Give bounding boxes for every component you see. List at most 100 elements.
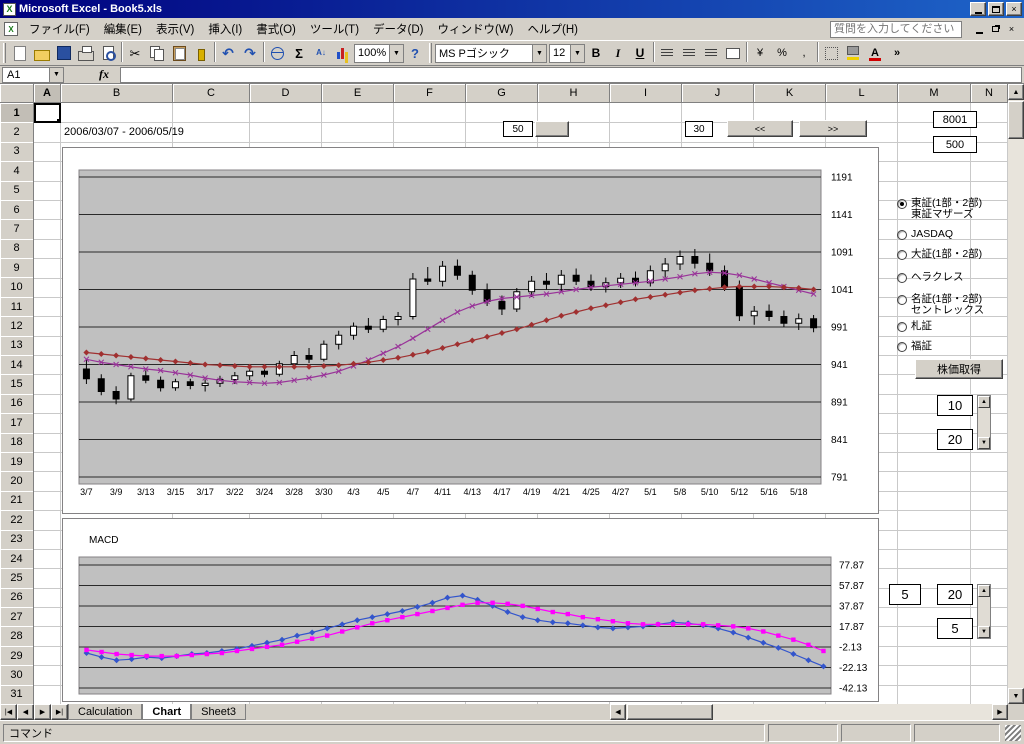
cut-button[interactable]: ✂ [124,42,146,64]
menu-ツール(T)[interactable]: ツール(T) [303,18,366,40]
tab-last-button[interactable]: ▶| [51,704,68,720]
spin-down-icon[interactable]: ▼ [978,437,990,449]
row-header-10[interactable]: 10 [0,277,34,297]
radio-circle-icon[interactable] [897,342,907,352]
row-header-30[interactable]: 30 [0,665,34,685]
column-header-H[interactable]: H [538,84,610,103]
row-header-20[interactable]: 20 [0,471,34,491]
market-radio-6[interactable]: 福証 [897,341,932,352]
row-header-5[interactable]: 5 [0,181,34,201]
menu-挿入(I)[interactable]: 挿入(I) [201,18,249,40]
align-left-button[interactable] [656,42,678,64]
row-header-11[interactable]: 11 [0,297,34,317]
scroll-left-button[interactable]: ◀ [610,704,626,720]
copy-button[interactable] [146,42,168,64]
name-box[interactable]: A1 ▼ [2,67,64,83]
print-preview-button[interactable] [97,42,119,64]
row-header-14[interactable]: 14 [0,355,34,375]
menu-ヘルプ(H)[interactable]: ヘルプ(H) [521,18,585,40]
column-header-D[interactable]: D [250,84,322,103]
sheet-tab-Calculation[interactable]: Calculation [68,704,142,720]
period-input[interactable]: 50 [503,121,533,137]
question-input[interactable] [830,21,962,38]
menu-編集(E)[interactable]: 編集(E) [97,18,149,40]
macd-long-input[interactable]: 20 [937,584,973,605]
maximize-button[interactable] [988,2,1004,16]
spin-up-icon[interactable]: ▲ [978,585,990,597]
align-center-button[interactable] [678,42,700,64]
underline-button[interactable]: U [629,42,651,64]
macd-signal-input[interactable]: 5 [937,618,973,639]
workbook-restore-button[interactable] [988,23,1003,36]
row-header-3[interactable]: 3 [0,142,34,162]
column-header-G[interactable]: G [466,84,538,103]
font-size-combo[interactable]: 12 ▼ [549,44,585,63]
borders-button[interactable] [820,42,842,64]
row-header-16[interactable]: 16 [0,394,34,414]
macd-short-input[interactable]: 5 [889,584,921,605]
scroll-next-button[interactable]: >> [799,120,867,137]
row-header-25[interactable]: 25 [0,568,34,588]
market-radio-5[interactable]: 札証 [897,321,932,332]
column-header-M[interactable]: M [898,84,971,103]
count-input[interactable]: 500 [933,136,977,153]
excel-app-icon[interactable]: X [3,3,16,16]
tab-prev-button[interactable]: ◀ [17,704,34,720]
vertical-scroll-thumb[interactable] [1008,101,1024,139]
row-header-29[interactable]: 29 [0,646,34,666]
currency-style-button[interactable]: ¥ [749,42,771,64]
column-header-N[interactable]: N [971,84,1008,103]
zoom-combo[interactable]: 100% ▼ [354,44,404,63]
column-header-L[interactable]: L [826,84,898,103]
sheet-tab-Sheet3[interactable]: Sheet3 [191,704,246,720]
row-header-19[interactable]: 19 [0,452,34,472]
column-header-A[interactable]: A [34,84,61,103]
format-painter-button[interactable] [190,42,212,64]
print-button[interactable] [75,42,97,64]
row-header-4[interactable]: 4 [0,161,34,181]
insert-hyperlink-button[interactable] [266,42,288,64]
close-button[interactable]: × [1006,2,1022,16]
row-header-27[interactable]: 27 [0,607,34,627]
row-header-2[interactable]: 2 [0,122,34,142]
bold-button[interactable]: B [585,42,607,64]
fetch-stock-button[interactable]: 株価取得 [915,359,1003,379]
ma-long-input[interactable]: 20 [937,429,973,450]
column-header-B[interactable]: B [61,84,173,103]
resize-grip[interactable] [1005,725,1021,741]
row-header-6[interactable]: 6 [0,200,34,220]
menu-データ(D)[interactable]: データ(D) [366,18,430,40]
row-header-31[interactable]: 31 [0,685,34,704]
row-header-9[interactable]: 9 [0,258,34,278]
column-header-I[interactable]: I [610,84,682,103]
scroll-prev-button[interactable]: << [727,120,793,137]
column-header-F[interactable]: F [394,84,466,103]
new-document-button[interactable] [9,42,31,64]
chevron-down-icon[interactable]: ▼ [49,68,63,82]
select-all-corner[interactable] [0,84,34,103]
sheet-tab-Chart[interactable]: Chart [142,704,191,720]
merge-center-button[interactable] [722,42,744,64]
cell-B2[interactable]: 2006/03/07 - 2006/05/19 [64,126,184,138]
menu-書式(O)[interactable]: 書式(O) [249,18,303,40]
font-color-button[interactable]: A [864,42,886,64]
macd-spinner[interactable]: ▲ ▼ [977,584,991,639]
spin-down-icon[interactable]: ▼ [978,626,990,638]
market-radio-4[interactable]: 名証(1部・2部)セントレックス [897,294,984,316]
chevron-down-icon[interactable]: ▼ [532,45,546,62]
row-header-15[interactable]: 15 [0,374,34,394]
column-header-J[interactable]: J [682,84,754,103]
stock-code-input[interactable]: 8001 [933,111,977,128]
chevron-down-icon[interactable]: ▼ [570,45,584,62]
help-button[interactable]: ? [404,42,426,64]
undo-button[interactable]: ↶ [217,42,239,64]
radio-circle-icon[interactable] [897,230,907,240]
more-buttons-button[interactable]: » [886,42,908,64]
font-name-combo[interactable]: MS Pゴシック ▼ [435,44,547,63]
macd-chart[interactable]: MACD77.8757.8737.8717.87-2.13-22.13-42.1… [62,518,879,702]
align-right-button[interactable] [700,42,722,64]
save-button[interactable] [53,42,75,64]
insert-function-button[interactable]: fx [94,67,114,82]
minimize-button[interactable] [970,2,986,16]
stock-candlestick-chart[interactable]: 11911141109110419919418918417913/73/93/1… [62,147,879,514]
